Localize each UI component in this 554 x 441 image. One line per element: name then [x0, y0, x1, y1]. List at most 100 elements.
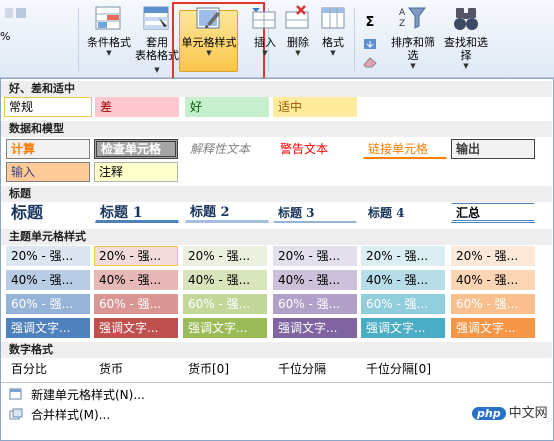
insert-label: 插入 [254, 36, 276, 49]
section-theme-styles: 主题单元格样式 [1, 229, 552, 245]
style-total[interactable]: 汇总 [451, 203, 535, 223]
style-percent[interactable]: 百分比 [6, 359, 90, 379]
style-currency-0[interactable]: 货币[0] [183, 359, 267, 379]
section-data-model: 数据和模型 [1, 121, 552, 137]
style-heading-1[interactable]: 标题 1 [95, 203, 179, 223]
chevron-down-icon: ▼ [463, 62, 469, 70]
style-40-accent4[interactable]: 40% - 强... [273, 270, 357, 290]
style-accent6[interactable]: 强调文字... [451, 318, 535, 338]
style-heading-3[interactable]: 标题 3 [273, 203, 357, 223]
style-good[interactable]: 好 [185, 97, 269, 117]
delete-label: 删除 [287, 36, 309, 49]
chevron-down-icon: ▼ [106, 49, 112, 57]
merge-styles-icon [9, 408, 23, 420]
style-accent1[interactable]: 强调文字... [6, 318, 90, 338]
autosum-button[interactable]: Σ [360, 16, 380, 29]
style-20-accent1[interactable]: 20% - 强... [6, 246, 90, 266]
format-icon [321, 7, 345, 29]
sort-filter-button[interactable]: A Z 排序和筛选 ▼ [388, 4, 438, 71]
style-accent3[interactable]: 强调文字... [183, 318, 267, 338]
style-input[interactable]: 输入 [6, 162, 90, 182]
style-accent4[interactable]: 强调文字... [273, 318, 357, 338]
fill-button[interactable] [362, 38, 378, 53]
table-format-icon [143, 6, 169, 30]
style-heading-2[interactable]: 标题 2 [185, 203, 269, 223]
style-20-accent2[interactable]: 20% - 强... [94, 246, 178, 266]
chevron-down-icon: ▼ [262, 49, 268, 57]
separator [1, 382, 552, 383]
insert-button[interactable]: 插入 ▼ [248, 4, 282, 58]
watermark-text: 中文网 [508, 406, 548, 421]
sigma-icon: Σ [365, 15, 375, 30]
style-check-cell[interactable]: 检查单元格 [94, 139, 178, 159]
delete-button[interactable]: 删除 ▼ [283, 4, 313, 58]
style-60-accent4[interactable]: 60% - 强... [273, 294, 357, 314]
style-60-accent3[interactable]: 60% - 强... [183, 294, 267, 314]
style-comma-0[interactable]: 千位分隔[0] [361, 359, 451, 379]
binoculars-icon [454, 8, 478, 30]
sort-filter-icon: A Z [399, 7, 426, 29]
table-format-label-1: 套用 [146, 36, 168, 49]
new-style-icon [9, 388, 22, 400]
ribbon: % 条件格式 ▼ 套用 表格格式 ▼ 单元格样式 ▼ 插入 ▼ 删除 ▼ 格式 … [0, 0, 554, 85]
style-note[interactable]: 注释 [94, 162, 178, 182]
section-titles: 标题 [1, 186, 552, 202]
style-explanatory-text[interactable]: 解释性文本 [185, 139, 269, 159]
separator [78, 8, 79, 72]
find-select-label: 查找和选择 [444, 36, 488, 62]
style-20-accent5[interactable]: 20% - 强... [361, 246, 445, 266]
style-40-accent1[interactable]: 40% - 强... [6, 270, 90, 290]
style-neutral[interactable]: 适中 [273, 97, 357, 117]
style-output[interactable]: 输出 [451, 139, 535, 159]
style-comma[interactable]: 千位分隔 [273, 359, 357, 379]
find-select-button[interactable]: 查找和选择 ▼ [440, 4, 492, 71]
chevron-down-icon: ▼ [330, 49, 336, 57]
chevron-down-icon: ▼ [410, 62, 416, 70]
fill-down-icon [364, 39, 376, 49]
new-cell-style-label: 新建单元格样式(N)... [31, 388, 145, 402]
style-20-accent6[interactable]: 20% - 强... [451, 246, 535, 266]
separator [354, 8, 355, 72]
conditional-format-label: 条件格式 [87, 36, 131, 49]
eraser-icon [363, 57, 377, 68]
style-60-accent2[interactable]: 60% - 强... [94, 294, 178, 314]
section-good-bad: 好、差和适中 [1, 81, 552, 97]
format-label: 格式 [322, 36, 344, 49]
style-60-accent5[interactable]: 60% - 强... [361, 294, 445, 314]
style-accent2[interactable]: 强调文字... [94, 318, 178, 338]
conditional-format-icon [95, 6, 121, 30]
number-format-icons [3, 4, 29, 27]
style-20-accent3[interactable]: 20% - 强... [183, 246, 267, 266]
style-heading-4[interactable]: 标题 4 [363, 203, 447, 223]
style-40-accent2[interactable]: 40% - 强... [94, 270, 178, 290]
sort-filter-label: 排序和筛选 [391, 36, 435, 62]
percent-label: % [0, 30, 11, 43]
style-60-accent1[interactable]: 60% - 强... [6, 294, 90, 314]
style-60-accent6[interactable]: 60% - 强... [451, 294, 535, 314]
style-40-accent6[interactable]: 40% - 强... [451, 270, 535, 290]
chevron-down-icon: ▼ [154, 66, 160, 74]
style-20-accent4[interactable]: 20% - 强... [273, 246, 357, 266]
merge-styles-label: 合并样式(M)... [31, 408, 111, 422]
style-warning-text[interactable]: 警告文本 [275, 139, 359, 159]
style-accent5[interactable]: 强调文字... [361, 318, 445, 338]
conditional-format-button[interactable]: 条件格式 ▼ [86, 4, 132, 58]
chevron-down-icon: ▼ [295, 49, 301, 57]
clear-button[interactable] [360, 56, 380, 71]
style-40-accent3[interactable]: 40% - 强... [183, 270, 267, 290]
style-title[interactable]: 标题 [6, 203, 90, 225]
section-number-format: 数字格式 [1, 342, 552, 358]
style-currency[interactable]: 货币 [94, 359, 178, 379]
insert-icon [252, 8, 276, 29]
watermark-logo: php [472, 407, 506, 420]
style-normal[interactable]: 常规 [4, 97, 92, 117]
delete-icon [285, 5, 309, 29]
watermark: php 中文网 [468, 400, 552, 423]
svg-text:Z: Z [399, 19, 405, 29]
style-40-accent5[interactable]: 40% - 强... [361, 270, 445, 290]
style-linked-cell[interactable]: 链接单元格 [363, 139, 447, 159]
svg-text:A: A [399, 8, 406, 18]
format-button[interactable]: 格式 ▼ [318, 4, 348, 58]
style-calculation[interactable]: 计算 [6, 139, 90, 159]
style-bad[interactable]: 差 [95, 97, 179, 117]
